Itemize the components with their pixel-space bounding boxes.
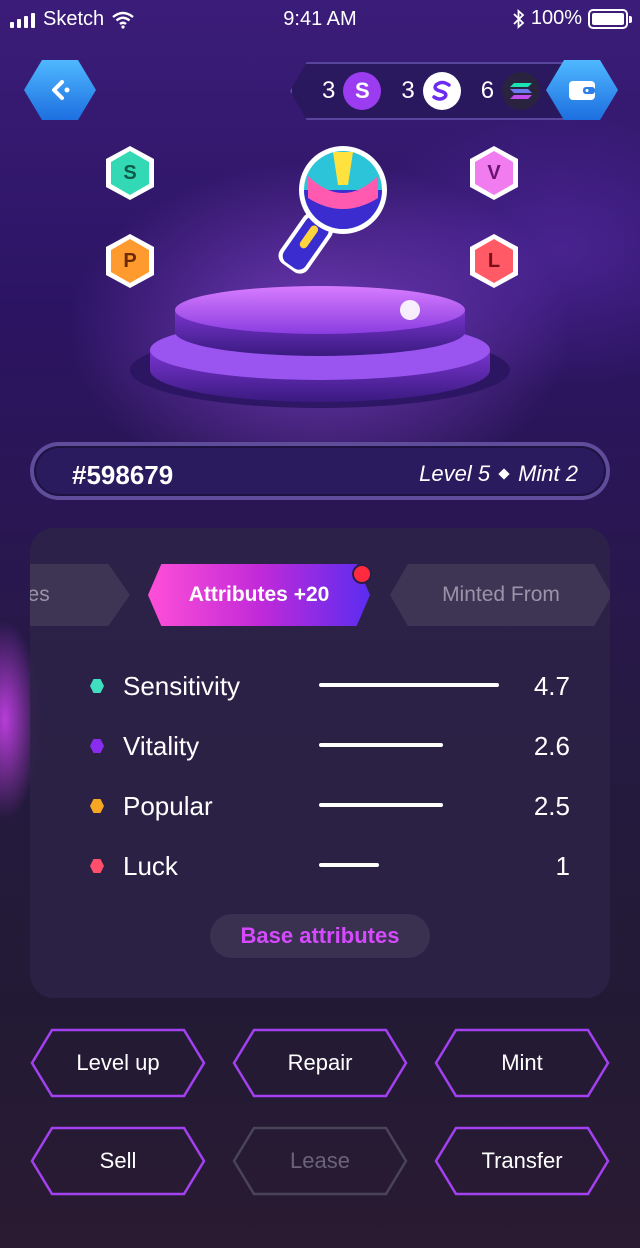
attribute-value: 4.7 bbox=[533, 671, 570, 701]
item-id-bar: #598679 Level 5 Mint 2 bbox=[30, 442, 610, 500]
lease-label: Lease bbox=[290, 1148, 350, 1173]
wallet-icon bbox=[569, 81, 595, 100]
sensitivity-badge-icon: S bbox=[104, 144, 156, 202]
currency-amount-sol: 6 bbox=[480, 77, 495, 104]
attribute-name: Vitality bbox=[123, 731, 200, 761]
tab-attributes-label: Attributes +20 bbox=[188, 583, 330, 606]
pedestal bbox=[130, 286, 510, 408]
s-token-icon: S bbox=[343, 72, 382, 110]
attribute-row-luck: Luck 1 bbox=[90, 845, 570, 885]
currency-amount-swap: 3 bbox=[401, 77, 415, 104]
repair-label: Repair bbox=[287, 1050, 353, 1075]
attribute-name: Sensitivity bbox=[123, 671, 241, 701]
level-up-label: Level up bbox=[76, 1050, 160, 1075]
item-level: Level 5 bbox=[419, 461, 491, 486]
bluetooth-icon bbox=[513, 8, 525, 29]
back-arrow-icon bbox=[52, 80, 70, 100]
attribute-value: 2.6 bbox=[533, 731, 570, 761]
tab-attributes[interactable]: Attributes +20 bbox=[148, 564, 370, 626]
diamond-separator-icon bbox=[498, 468, 510, 480]
repair-button[interactable]: Repair bbox=[232, 1028, 408, 1098]
item-id: #598679 bbox=[72, 460, 174, 490]
battery-icon bbox=[588, 8, 632, 29]
notification-dot bbox=[352, 564, 372, 584]
transfer-button[interactable]: Transfer bbox=[434, 1126, 610, 1196]
sensitivity-dot-icon bbox=[90, 679, 104, 693]
base-attributes-button[interactable]: Base attributes bbox=[210, 914, 430, 958]
solana-icon bbox=[502, 72, 541, 110]
vitality-dot-icon bbox=[90, 739, 104, 753]
attribute-row-sensitivity: Sensitivity 4.7 bbox=[90, 665, 570, 705]
sell-label: Sell bbox=[99, 1148, 137, 1173]
tab-previous-label: utes bbox=[30, 583, 50, 606]
attribute-row-vitality: Vitality 2.6 bbox=[90, 725, 570, 765]
microphone-icon bbox=[278, 146, 387, 274]
swap-token-icon bbox=[422, 72, 461, 110]
level-up-button[interactable]: Level up bbox=[30, 1028, 206, 1098]
tab-minted-from[interactable]: Minted From bbox=[390, 564, 610, 626]
mint-button[interactable]: Mint bbox=[434, 1028, 610, 1098]
sell-button[interactable]: Sell bbox=[30, 1126, 206, 1196]
popular-dot-icon bbox=[90, 799, 104, 813]
currency-amount-s: 3 bbox=[322, 77, 336, 104]
attribute-name: Luck bbox=[123, 851, 178, 881]
attribute-bar bbox=[319, 743, 443, 747]
badge-letter-v: V bbox=[487, 161, 501, 184]
badge-letter-s: S bbox=[123, 161, 137, 184]
attribute-value: 2.5 bbox=[533, 791, 570, 821]
item-mint: Mint 2 bbox=[518, 461, 578, 486]
tab-previous[interactable]: utes bbox=[30, 564, 130, 626]
item-meta: Level 5 Mint 2 bbox=[419, 461, 578, 487]
lease-button[interactable]: Lease bbox=[232, 1126, 408, 1196]
transfer-label: Transfer bbox=[481, 1148, 563, 1173]
status-right: 100% bbox=[513, 7, 632, 30]
tab-minted-from-label: Minted From bbox=[442, 583, 560, 606]
attribute-name: Popular bbox=[123, 791, 213, 821]
attribute-bar bbox=[319, 863, 379, 867]
attribute-bar bbox=[319, 683, 499, 687]
luck-dot-icon bbox=[90, 859, 104, 873]
attribute-bar bbox=[319, 803, 443, 807]
attribute-row-popular: Popular 2.5 bbox=[90, 785, 570, 825]
attribute-value: 1 bbox=[555, 851, 570, 881]
vitality-badge-icon: V bbox=[468, 144, 520, 202]
status-bar: Sketch 9:41 AM 100% bbox=[0, 0, 640, 40]
currency-bar: 3 S 3 6 bbox=[290, 62, 570, 120]
attributes-panel: utes Attributes +20 Minted From Sensitiv… bbox=[30, 528, 610, 998]
mint-label: Mint bbox=[501, 1050, 543, 1075]
battery-percent: 100% bbox=[530, 7, 582, 29]
